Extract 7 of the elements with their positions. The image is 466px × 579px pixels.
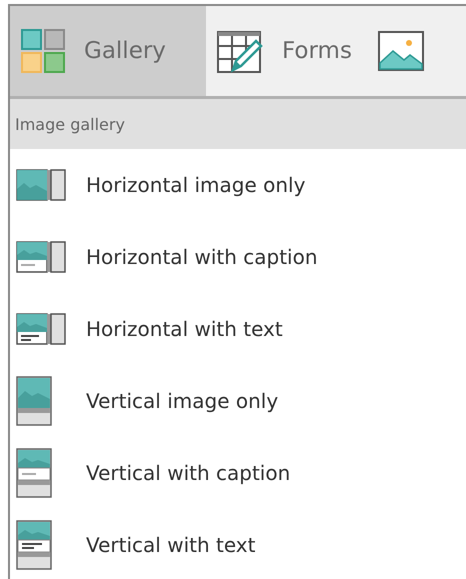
list-item[interactable]: Horizontal with caption — [10, 221, 466, 293]
list-item[interactable]: Vertical with text — [10, 509, 466, 579]
section-header: Image gallery — [10, 99, 466, 149]
list-item[interactable]: Horizontal with text — [10, 293, 466, 365]
list-item[interactable]: Horizontal image only — [10, 149, 466, 221]
list-item[interactable]: Vertical image only — [10, 365, 466, 437]
list-item[interactable]: Vertical with caption — [10, 437, 466, 509]
